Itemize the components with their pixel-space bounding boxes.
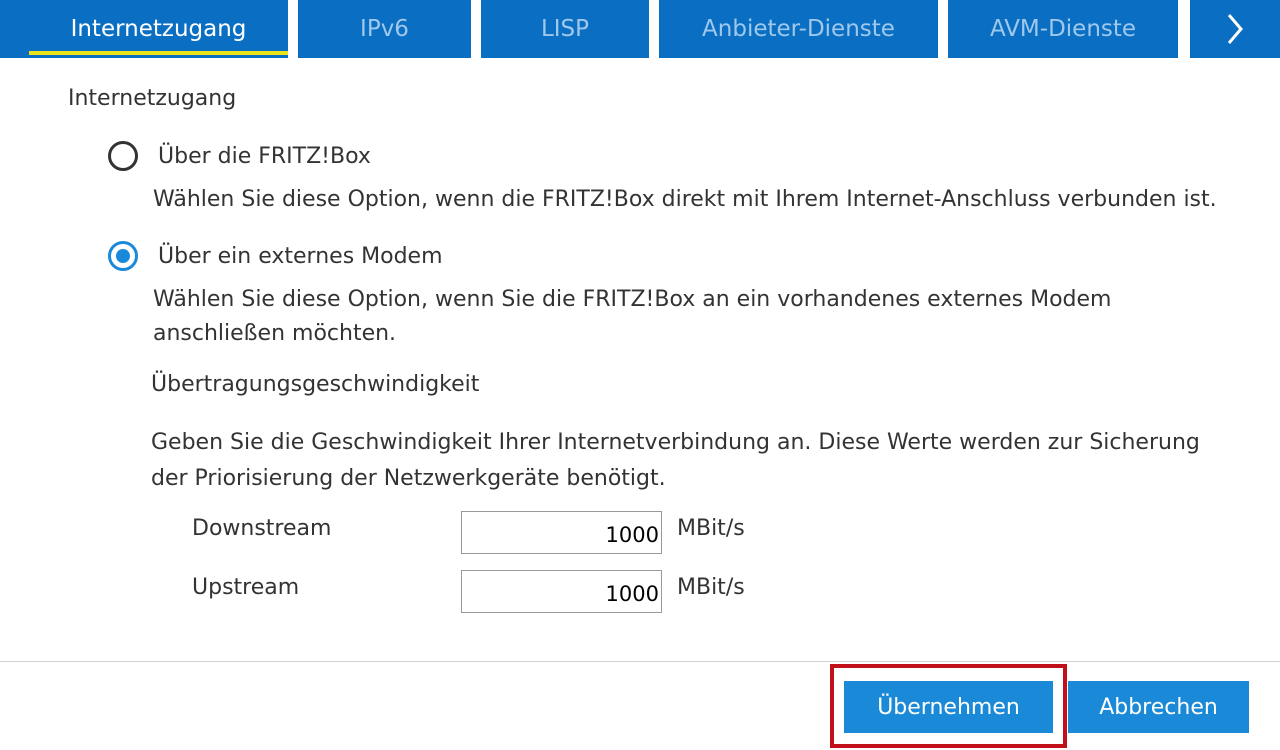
speed-title: Übertragungsgeschwindigkeit [151,372,480,397]
speed-description: Geben Sie die Geschwindigkeit Ihrer Inte… [151,425,1251,497]
upstream-unit: MBit/s [677,575,745,600]
option-modem-radio[interactable] [108,241,138,271]
tab-lisp[interactable]: LISP [481,0,649,58]
option-modem-description: Wählen Sie diese Option, wenn Sie die FR… [153,283,1111,351]
option-modem-description-line1: Wählen Sie diese Option, wenn Sie die FR… [153,287,1112,312]
downstream-input[interactable] [461,511,662,554]
tab-label: LISP [540,16,590,42]
speed-description-line2: der Priorisierung der Netzwerkgeräte ben… [151,466,666,491]
downstream-unit: MBit/s [677,516,745,541]
footer-divider [0,661,1280,662]
option-fritzbox-description: Wählen Sie diese Option, wenn die FRITZ!… [153,187,1217,212]
tab-avm-dienste[interactable]: AVM-Dienste [948,0,1178,58]
upstream-label: Upstream [192,575,300,600]
tab-anbieter-dienste[interactable]: Anbieter-Dienste [659,0,938,58]
tab-label: IPv6 [360,16,409,42]
option-fritzbox-radio-row[interactable]: Über die FRITZ!Box [108,141,371,171]
option-fritzbox-label: Über die FRITZ!Box [158,143,371,169]
chevron-right-icon [1227,14,1243,44]
option-modem-label: Über ein externes Modem [158,243,443,269]
tab-internetzugang[interactable]: Internetzugang [0,0,288,58]
tab-ipv6[interactable]: IPv6 [298,0,471,58]
tab-bar: Internetzugang IPv6 LISP Anbieter-Dienst… [0,0,1280,58]
option-modem-description-line2: anschließen möchten. [153,321,397,346]
option-fritzbox-radio[interactable] [108,141,138,171]
downstream-label: Downstream [192,516,332,541]
apply-button[interactable]: Übernehmen [844,681,1053,733]
tab-label: Internetzugang [70,16,247,42]
option-modem-radio-row[interactable]: Über ein externes Modem [108,241,443,271]
tab-label: AVM-Dienste [989,16,1137,42]
section-title: Internetzugang [68,86,237,111]
tab-label: Anbieter-Dienste [702,16,895,42]
upstream-input[interactable] [461,570,662,613]
speed-description-line1: Geben Sie die Geschwindigkeit Ihrer Inte… [151,430,1200,455]
tab-scroll-next-button[interactable] [1190,0,1280,58]
cancel-button[interactable]: Abbrechen [1068,681,1249,733]
